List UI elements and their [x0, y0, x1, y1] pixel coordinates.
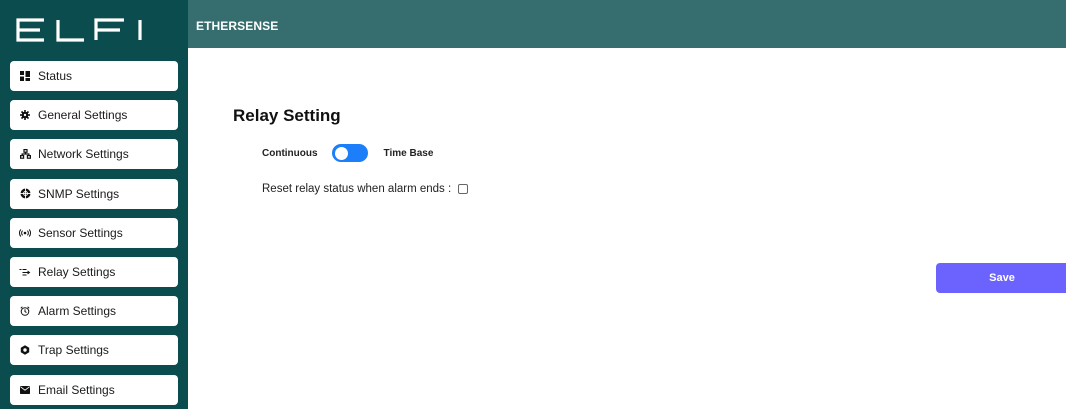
sidebar: Status General Settings Network Settings…	[0, 0, 188, 409]
elfi-logo	[16, 18, 142, 42]
sidebar-item-label: Status	[38, 69, 73, 83]
page-title: Relay Setting	[233, 106, 341, 125]
sidebar-item-label: Relay Settings	[38, 264, 116, 279]
sidebar-nav: Status General Settings Network Settings…	[10, 61, 178, 414]
sidebar-item-snmp-settings[interactable]: SNMP Settings	[10, 178, 178, 209]
toggle-knob	[334, 146, 348, 160]
sidebar-item-alarm-settings[interactable]: Alarm Settings	[10, 296, 178, 327]
sidebar-item-network-settings[interactable]: Network Settings	[10, 139, 178, 170]
sidebar-item-label: Sensor Settings	[38, 225, 123, 240]
sidebar-item-relay-settings[interactable]: Relay Settings	[10, 256, 178, 287]
sidebar-item-sensor-settings[interactable]: Sensor Settings	[10, 217, 178, 248]
sidebar-item-trap-settings[interactable]: Trap Settings	[10, 335, 178, 366]
sidebar-item-label: General Settings	[38, 108, 128, 123]
sidebar-item-label: Email Settings	[38, 382, 115, 397]
sidebar-item-email-settings[interactable]: Email Settings	[10, 374, 178, 405]
sidebar-item-label: Trap Settings	[38, 343, 109, 358]
continuous-label: Continuous	[262, 147, 318, 159]
header-title: ETHERSENSE	[196, 19, 279, 33]
reset-relay-row: Reset relay status when alarm ends :	[262, 182, 469, 196]
sidebar-item-label: Alarm Settings	[38, 304, 117, 319]
reset-relay-label: Reset relay status when alarm ends :	[262, 183, 452, 195]
alarm-clock-icon	[18, 305, 32, 317]
relay-icon	[18, 266, 32, 278]
reset-relay-checkbox[interactable]	[458, 184, 469, 194]
top-header: ETHERSENSE	[188, 0, 1066, 48]
relay-mode-row: Continuous Time Base	[262, 144, 433, 162]
sidebar-item-status[interactable]: Status	[10, 61, 178, 91]
sidebar-item-general-settings[interactable]: General Settings	[10, 100, 178, 131]
snmp-icon	[18, 188, 32, 200]
gear-icon	[18, 109, 32, 121]
signal-icon	[18, 227, 32, 239]
trap-hexagon-icon	[18, 344, 32, 356]
envelope-icon	[18, 384, 32, 396]
sidebar-item-label: Network Settings	[38, 147, 129, 162]
sidebar-item-label: SNMP Settings	[38, 186, 120, 201]
time-base-label: Time Base	[383, 147, 434, 159]
save-button[interactable]: Save	[936, 263, 1066, 293]
relay-mode-toggle[interactable]	[331, 144, 368, 162]
network-icon	[18, 148, 32, 160]
grid-icon	[18, 70, 32, 82]
